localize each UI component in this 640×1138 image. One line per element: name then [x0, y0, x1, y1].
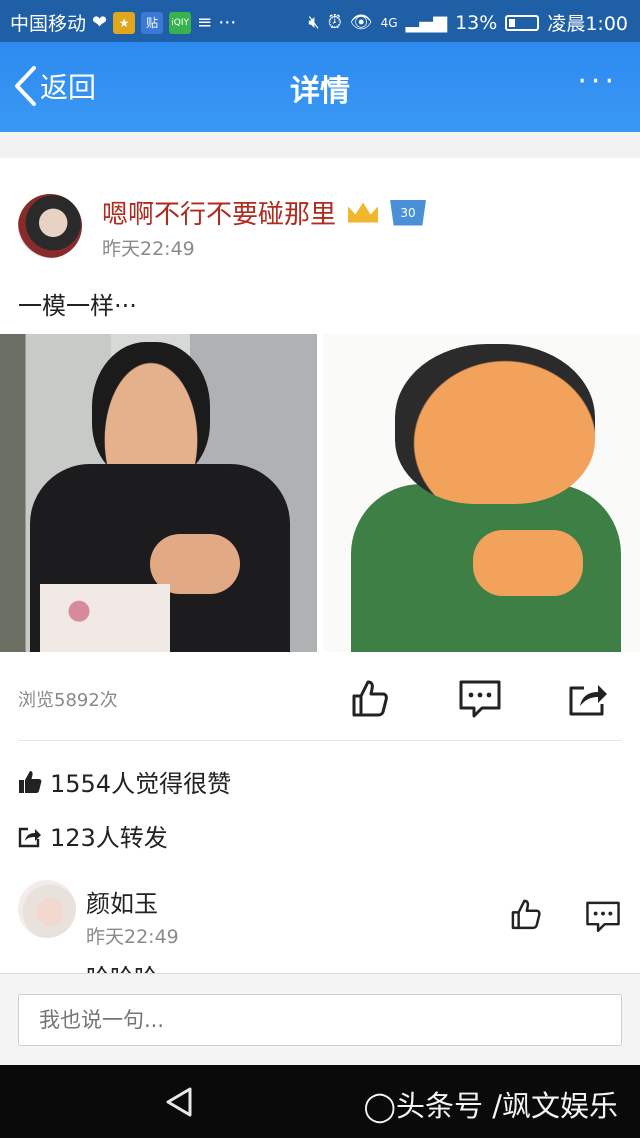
alarm-icon: ⏰︎: [327, 12, 342, 33]
mute-icon: 🔇︎: [308, 12, 320, 33]
shares-summary[interactable]: 123人转发: [18, 818, 168, 853]
menu-lines-icon: ≡: [197, 12, 213, 33]
status-bar: 中国移动 ❤ ★ 贴 iQIY ≡ ··· 🔇︎ ⏰︎ 👁︎ 4G ▂▄▆ 13…: [0, 0, 640, 42]
comment-input[interactable]: [18, 994, 622, 1046]
post-text: 一模一样···: [18, 292, 137, 320]
view-count: 浏览5892次: [18, 690, 118, 711]
post-images: [0, 334, 640, 652]
comment-like-button[interactable]: [508, 896, 544, 932]
share-outline-icon: [18, 827, 41, 847]
system-nav-bar: ◯头条号 /飒文娱乐: [0, 1065, 640, 1138]
status-bar-left: 中国移动 ❤ ★ 贴 iQIY ≡ ···: [10, 9, 236, 36]
star-badge-icon: ★: [113, 11, 136, 34]
comment-icon: [459, 680, 501, 718]
comment-time: 昨天22:49: [86, 926, 179, 948]
iqiyi-badge: iQIY: [169, 11, 192, 34]
author-avatar[interactable]: [18, 194, 82, 258]
likes-text: 1554人觉得很赞: [50, 770, 232, 798]
shares-text: 123人转发: [50, 824, 168, 852]
system-back-button[interactable]: [162, 1085, 196, 1119]
post-detail: 嗯啊不行不要碰那里 30 昨天22:49 一模一样··· 浏览5892次 155…: [0, 158, 640, 973]
thumbs-up-icon: [511, 899, 541, 930]
share-icon: [569, 685, 607, 716]
comment-reply-button[interactable]: [584, 898, 624, 934]
clock: 凌晨1:00: [547, 13, 628, 35]
post-image-cartoon[interactable]: [323, 334, 640, 652]
comment-text: 哈哈哈: [86, 958, 158, 973]
tieba-badge: 贴: [141, 11, 164, 34]
crown-icon: [348, 202, 379, 223]
post-time: 昨天22:49: [102, 238, 195, 260]
nav-bar: 返回 详情 ···: [0, 42, 640, 132]
battery-icon: [505, 14, 540, 31]
page-title: 详情: [290, 74, 350, 109]
status-bar-right: 🔇︎ ⏰︎ 👁︎ 4G ▂▄▆ 13% 凌晨1:00: [308, 9, 628, 36]
carrier-label: 中国移动: [10, 13, 87, 35]
divider: [18, 740, 622, 741]
more-button[interactable]: ···: [577, 64, 618, 99]
author-row: 嗯啊不行不要碰那里 30: [102, 194, 427, 231]
author-name[interactable]: 嗯啊不行不要碰那里: [102, 194, 336, 231]
heart-icon: ❤: [92, 12, 108, 33]
commenter-name[interactable]: 颜如玉: [86, 884, 158, 919]
comment-input-bar: [0, 973, 640, 1065]
signal-icon: ▂▄▆: [405, 12, 448, 33]
post-image-photo[interactable]: [0, 334, 317, 652]
status-more: ···: [218, 11, 237, 34]
comment-icon: [586, 901, 620, 932]
likes-summary[interactable]: 1554人觉得很赞: [18, 764, 231, 799]
thumbs-up-icon: [352, 680, 388, 717]
commenter-avatar[interactable]: [18, 880, 76, 938]
share-button[interactable]: [566, 676, 610, 720]
comment-button[interactable]: [458, 676, 502, 720]
network-label: 4G: [380, 15, 398, 30]
thumbs-up-filled-icon: [19, 770, 42, 793]
watermark: ◯头条号 /飒文娱乐: [363, 1089, 618, 1123]
battery-percent: 13%: [455, 11, 498, 34]
triangle-back-icon: [166, 1087, 192, 1117]
eye-icon: 👁︎: [349, 12, 373, 33]
like-button[interactable]: [348, 676, 392, 720]
level-badge: 30: [390, 199, 427, 226]
